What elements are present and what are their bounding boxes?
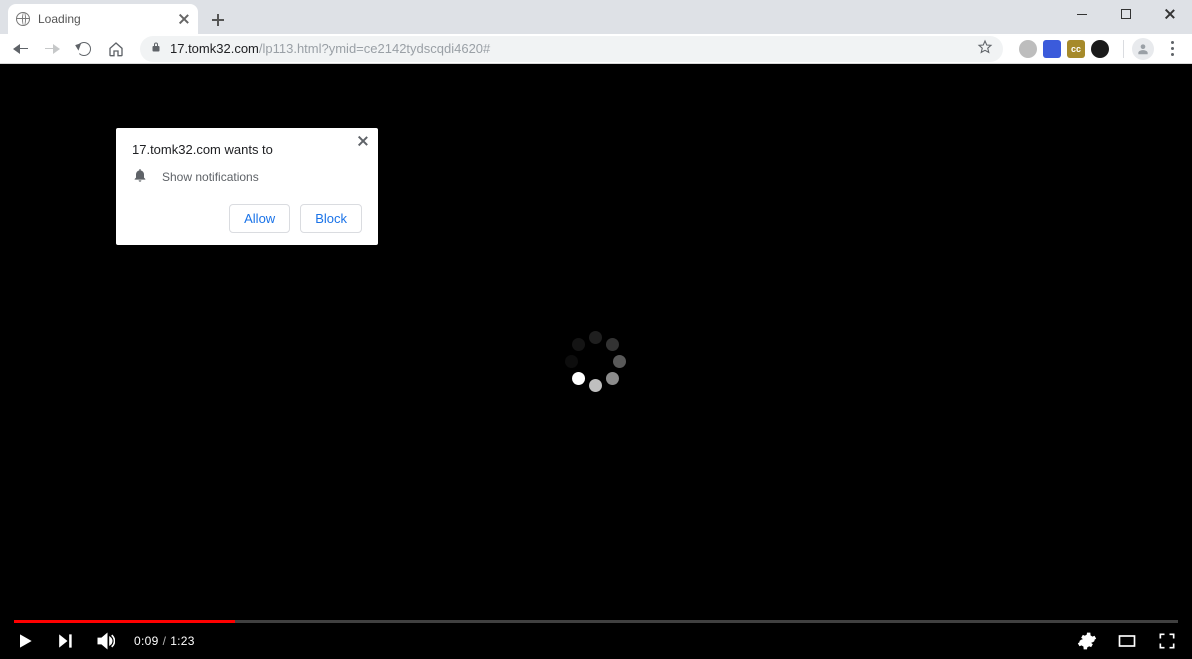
window-maximize-button[interactable] bbox=[1104, 0, 1148, 28]
nav-back-button[interactable] bbox=[6, 35, 34, 63]
notification-permission-popup: 17.tomk32.com wants to Show notification… bbox=[116, 128, 378, 245]
extension-icon-1[interactable] bbox=[1043, 40, 1061, 58]
extension-icon-0[interactable] bbox=[1019, 40, 1037, 58]
popup-close-icon[interactable] bbox=[356, 134, 370, 148]
allow-button[interactable]: Allow bbox=[229, 204, 290, 233]
titlebar: Loading bbox=[0, 0, 1192, 34]
globe-icon bbox=[16, 12, 30, 26]
profile-avatar[interactable] bbox=[1132, 38, 1154, 60]
extension-icon-3[interactable] bbox=[1091, 40, 1109, 58]
popup-line: Show notifications bbox=[162, 170, 259, 184]
window-controls bbox=[1060, 0, 1192, 34]
loading-spinner bbox=[561, 327, 631, 397]
volume-button[interactable] bbox=[94, 630, 116, 652]
spinner-dot bbox=[589, 379, 602, 392]
spinner-dot bbox=[572, 338, 585, 351]
spinner-dot bbox=[606, 338, 619, 351]
bell-icon bbox=[132, 167, 148, 186]
reload-icon bbox=[77, 42, 91, 56]
video-time: 0:09/1:23 bbox=[134, 634, 195, 648]
nav-forward-button[interactable] bbox=[38, 35, 66, 63]
block-button[interactable]: Block bbox=[300, 204, 362, 233]
person-icon bbox=[1136, 42, 1150, 56]
spinner-dot bbox=[572, 371, 585, 384]
spinner-dot bbox=[589, 331, 602, 344]
toolbar: 17.tomk32.com/lp113.html?ymid=ce2142tyds… bbox=[0, 34, 1192, 64]
popup-title: 17.tomk32.com wants to bbox=[132, 142, 362, 157]
spinner-dot bbox=[565, 355, 578, 368]
settings-button[interactable] bbox=[1076, 630, 1098, 652]
page-content: 17.tomk32.com wants to Show notification… bbox=[0, 64, 1192, 659]
tab-close-icon[interactable] bbox=[178, 13, 190, 25]
extension-icons: cc bbox=[1019, 40, 1109, 58]
next-button[interactable] bbox=[54, 630, 76, 652]
bookmark-star-icon[interactable] bbox=[977, 39, 993, 58]
home-button[interactable] bbox=[102, 35, 130, 63]
extension-icon-2[interactable]: cc bbox=[1067, 40, 1085, 58]
spinner-dot bbox=[613, 355, 626, 368]
url-text: 17.tomk32.com/lp113.html?ymid=ce2142tyds… bbox=[170, 41, 969, 56]
new-tab-button[interactable] bbox=[204, 6, 232, 34]
browser-tab[interactable]: Loading bbox=[8, 4, 198, 34]
window-minimize-button[interactable] bbox=[1060, 0, 1104, 28]
lock-icon bbox=[150, 40, 162, 57]
reload-button[interactable] bbox=[70, 35, 98, 63]
fullscreen-button[interactable] bbox=[1156, 630, 1178, 652]
play-button[interactable] bbox=[14, 630, 36, 652]
theater-mode-button[interactable] bbox=[1116, 630, 1138, 652]
browser-menu-button[interactable] bbox=[1158, 35, 1186, 63]
video-controls: 0:09/1:23 bbox=[0, 623, 1192, 659]
tab-title: Loading bbox=[38, 12, 170, 26]
window-close-button[interactable] bbox=[1148, 0, 1192, 28]
address-bar[interactable]: 17.tomk32.com/lp113.html?ymid=ce2142tyds… bbox=[140, 36, 1003, 62]
spinner-dot bbox=[606, 371, 619, 384]
home-icon bbox=[108, 41, 124, 57]
toolbar-separator bbox=[1123, 40, 1124, 58]
